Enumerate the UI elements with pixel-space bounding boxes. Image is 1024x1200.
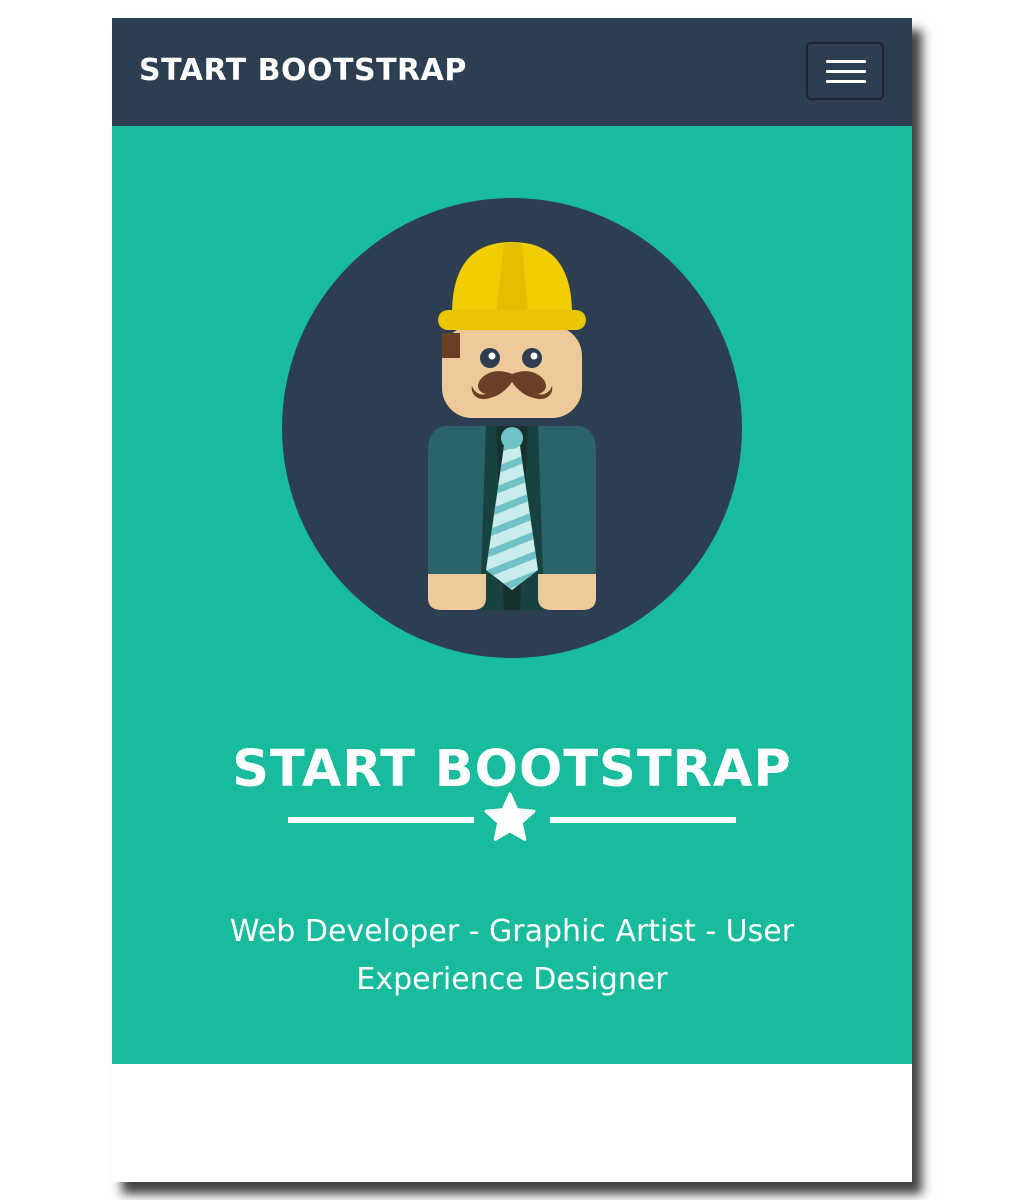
construction-worker-avatar-icon (282, 198, 742, 658)
divider-line-left (288, 817, 474, 823)
star-divider (288, 790, 738, 850)
hero-section: START BOOTSTRAP Web Developer - Graphic … (112, 126, 912, 1064)
hero-tagline: Web Developer - Graphic Artist - User Ex… (229, 914, 795, 997)
menu-toggle-button[interactable] (806, 42, 884, 100)
navbar-brand-link[interactable]: START BOOTSTRAP (139, 51, 467, 91)
star-icon (484, 792, 536, 841)
browser-viewport: START BOOTSTRAP START BOOTSTRAP Web Deve… (112, 18, 912, 1182)
navbar: START BOOTSTRAP (112, 18, 912, 126)
divider-line-right (550, 817, 736, 823)
